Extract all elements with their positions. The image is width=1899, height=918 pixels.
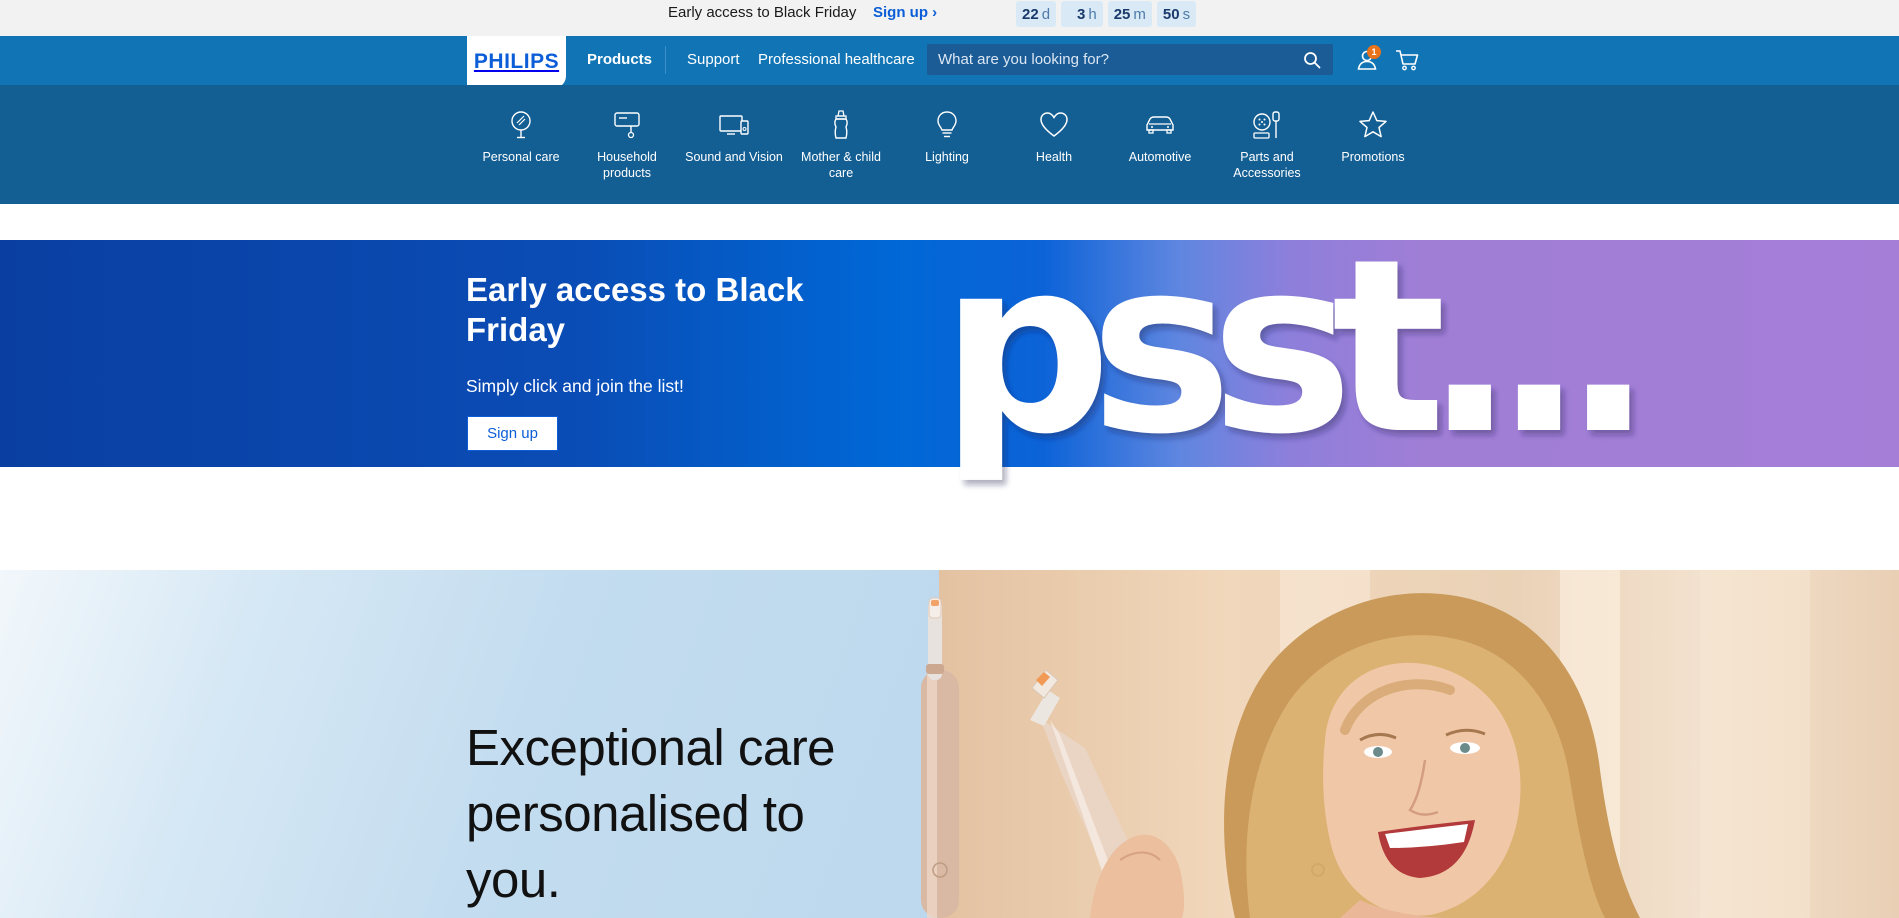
hero-illustration [921, 570, 1810, 918]
countdown-seconds-value: 50 [1162, 5, 1180, 23]
category-label: Personal care [482, 150, 560, 164]
category-label: Automotive [1128, 150, 1192, 164]
category-parts-accessories[interactable]: Parts and Accessories [1214, 109, 1320, 181]
search-input[interactable] [927, 51, 1287, 68]
nav-divider [665, 46, 666, 74]
banner-subtitle: Simply click and join the list! [466, 376, 684, 396]
toothbrush-standing [921, 597, 959, 918]
countdown-minutes: 25 m [1107, 1, 1152, 27]
category-promotions[interactable]: Promotions [1320, 109, 1426, 165]
category-mother-child-care[interactable]: Mother & child care [788, 109, 894, 181]
parts-icon [1253, 111, 1280, 139]
category-label: Sound and Vision [685, 150, 783, 164]
cart-icon[interactable] [1395, 49, 1419, 71]
category-automotive[interactable]: Automotive [1107, 109, 1213, 165]
mixer-icon [614, 112, 640, 139]
nav-products[interactable]: Products [587, 51, 652, 68]
search-icon[interactable] [1303, 51, 1321, 69]
countdown-hours-value: 3 [1077, 5, 1086, 23]
countdown-minutes-unit: m [1133, 5, 1146, 23]
heart-icon [1040, 112, 1068, 137]
account-badge: 1 [1367, 45, 1381, 59]
nav-professional-healthcare[interactable]: Professional healthcare [758, 51, 915, 68]
star-icon [1359, 111, 1387, 138]
countdown-hours-unit: h [1088, 5, 1097, 23]
countdown-hours: 3 h [1061, 1, 1103, 27]
mirror-icon [511, 111, 531, 139]
countdown-timer: 22 d 3 h 25 m 50 s [1016, 1, 1197, 27]
countdown-days-unit: d [1041, 5, 1051, 23]
countdown-days: 22 d [1016, 1, 1057, 27]
car-icon [1146, 116, 1174, 134]
countdown-days-value: 22 [1022, 5, 1039, 23]
philips-logo[interactable]: PHILIPS [467, 36, 566, 88]
category-nav: Personal care Household products Sound a… [0, 85, 1899, 204]
logo-text: PHILIPS [473, 50, 560, 73]
category-label: Mother & child care [801, 150, 881, 180]
lightbulb-icon [937, 111, 957, 138]
search-box [927, 44, 1333, 75]
countdown-seconds-unit: s [1182, 5, 1191, 23]
main-navbar: PHILIPS Products Support Professional he… [0, 36, 1899, 88]
tv-speaker-icon [719, 115, 749, 135]
countdown-minutes-value: 25 [1113, 5, 1131, 23]
hero-section: Exceptional care personalised to you. [0, 570, 1899, 918]
psst-text: psst... [940, 207, 1632, 487]
banner-signup-button[interactable]: Sign up [467, 416, 558, 451]
category-label: Household products [597, 150, 657, 180]
category-health[interactable]: Health [1001, 109, 1107, 165]
nav-support[interactable]: Support [687, 51, 740, 68]
banner-title: Early access to Black Friday [466, 271, 804, 348]
promo-signup-link[interactable]: Sign up › [873, 4, 937, 21]
category-sound-vision[interactable]: Sound and Vision [681, 109, 787, 165]
category-label: Promotions [1341, 150, 1405, 164]
hero-title: Exceptional care personalised to you. [466, 719, 836, 908]
category-household-products[interactable]: Household products [574, 109, 680, 181]
psst-artwork: psst... [940, 207, 1654, 487]
category-personal-care[interactable]: Personal care [468, 109, 574, 165]
category-label: Lighting [925, 150, 969, 164]
category-lighting[interactable]: Lighting [894, 109, 1000, 165]
category-label: Health [1035, 150, 1073, 164]
baby-bottle-icon [834, 110, 848, 139]
countdown-seconds: 50 s [1156, 1, 1197, 27]
category-label: Parts and Accessories [1233, 150, 1301, 180]
promo-text: Early access to Black Friday [668, 4, 857, 21]
promo-strip: Early access to Black Friday Sign up › 2… [0, 0, 1899, 36]
